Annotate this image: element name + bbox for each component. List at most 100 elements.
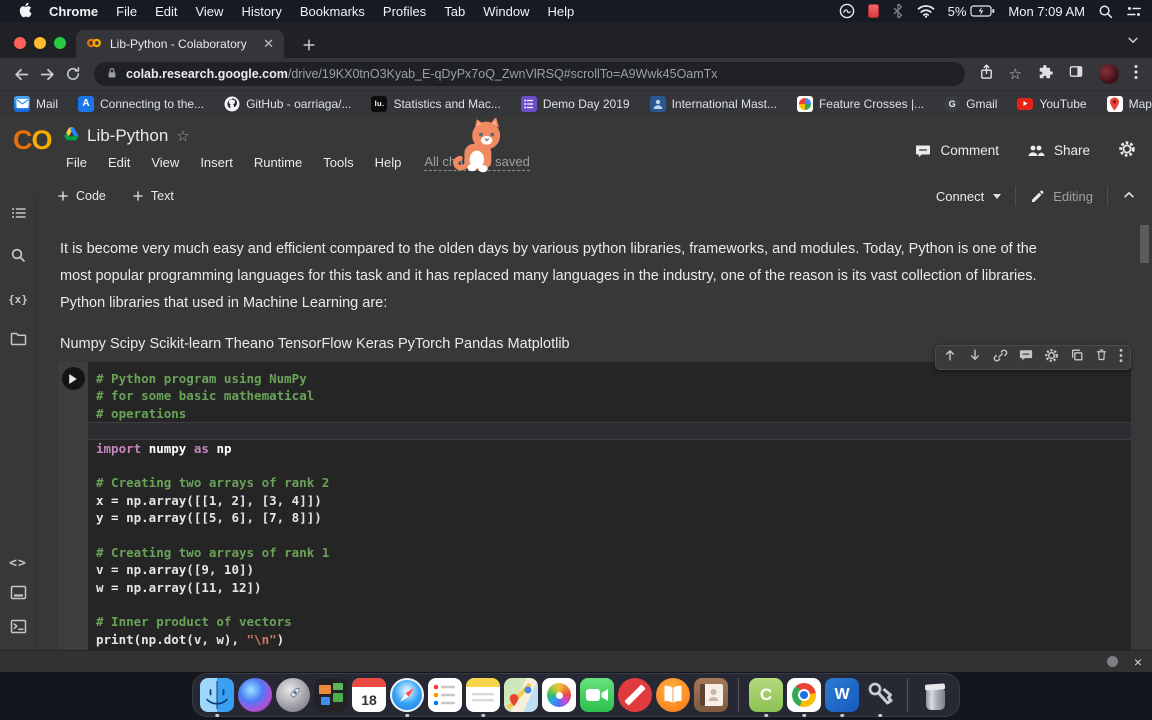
side-panel-icon[interactable] bbox=[1068, 64, 1084, 84]
dock-app-camtasia[interactable]: C bbox=[749, 678, 783, 717]
macos-menu-view[interactable]: View bbox=[186, 4, 232, 19]
bookmark-gmail[interactable]: G Gmail bbox=[944, 95, 997, 112]
dock-app-notes[interactable] bbox=[466, 678, 500, 717]
red-app-status-icon[interactable] bbox=[867, 4, 879, 18]
bluetooth-icon[interactable] bbox=[892, 3, 904, 19]
sidebar-code-snippets-button[interactable]: <> bbox=[0, 548, 36, 578]
bookmark-international-mast[interactable]: International Mast... bbox=[649, 95, 777, 112]
copy-cell-button[interactable] bbox=[1070, 348, 1084, 367]
bookmark-statistics-and-mac[interactable]: lu. Statistics and Mac... bbox=[371, 95, 501, 112]
bookmark-feature-crosses[interactable]: Feature Crosses |... bbox=[796, 95, 924, 112]
code-line[interactable]: print(np.dot(v, w), "\n") bbox=[88, 631, 1131, 648]
more-actions-button[interactable] bbox=[1119, 348, 1123, 368]
close-window-button[interactable] bbox=[14, 37, 26, 49]
dock-app-calendar[interactable]: 18 bbox=[352, 678, 386, 712]
macos-menu-history[interactable]: History bbox=[232, 4, 290, 19]
notebook-title[interactable]: Lib-Python bbox=[87, 126, 168, 146]
collapse-header-icon[interactable] bbox=[1122, 188, 1136, 205]
dock-app-chrome[interactable] bbox=[787, 678, 821, 717]
code-line[interactable]: # for some basic mathematical bbox=[88, 387, 1131, 404]
minimize-window-button[interactable] bbox=[34, 37, 46, 49]
spotlight-search-icon[interactable] bbox=[1098, 4, 1113, 19]
add-text-button[interactable]: Text bbox=[132, 189, 174, 203]
forward-button[interactable] bbox=[34, 61, 60, 87]
code-line[interactable]: # operations bbox=[88, 405, 1131, 422]
dock-app-contacts[interactable] bbox=[694, 678, 728, 712]
macos-menu-file[interactable]: File bbox=[107, 4, 146, 19]
wifi-icon[interactable] bbox=[917, 4, 935, 18]
colab-logo[interactable]: CO bbox=[13, 125, 53, 156]
move-cell-up-button[interactable] bbox=[943, 348, 957, 367]
bookmark-maps[interactable]: Maps bbox=[1106, 95, 1152, 112]
dock-app-keychain[interactable] bbox=[863, 678, 897, 717]
star-notebook-icon[interactable]: ☆ bbox=[176, 127, 189, 145]
cell-settings-button[interactable] bbox=[1044, 348, 1059, 368]
code-line[interactable]: # Inner product of vectors bbox=[88, 613, 1131, 630]
code-line[interactable]: y = np.array([[5, 6], [7, 8]]) bbox=[88, 509, 1131, 526]
dock-app-word[interactable]: W bbox=[825, 678, 859, 717]
dock-app-reminders[interactable] bbox=[428, 678, 462, 712]
lock-icon[interactable] bbox=[106, 66, 118, 83]
vertical-scrollbar-thumb[interactable] bbox=[1140, 225, 1149, 263]
code-line[interactable]: import numpy as np bbox=[88, 440, 1131, 457]
dock-app-launchpad[interactable] bbox=[276, 678, 310, 712]
dock-app-books[interactable] bbox=[656, 678, 690, 712]
bookmark-github-oarriaga[interactable]: GitHub - oarriaga/... bbox=[224, 96, 351, 112]
bookmark-youtube[interactable]: YouTube bbox=[1017, 97, 1087, 111]
menubar-clock[interactable]: Mon 7:09 AM bbox=[1008, 4, 1085, 19]
connect-button[interactable]: Connect bbox=[936, 189, 1002, 204]
dock-app-photos[interactable] bbox=[542, 678, 576, 712]
dock-app-maps[interactable] bbox=[504, 678, 538, 712]
code-line[interactable]: w = np.array([11, 12]) bbox=[88, 579, 1131, 596]
sidebar-command-palette-button[interactable] bbox=[0, 580, 36, 610]
code-line[interactable]: # Creating two arrays of rank 2 bbox=[88, 474, 1131, 491]
colab-menu-view[interactable]: View bbox=[151, 155, 179, 170]
close-statusbar-icon[interactable]: × bbox=[1134, 655, 1142, 669]
sidebar-files-button[interactable] bbox=[0, 326, 36, 356]
macos-menu-tab[interactable]: Tab bbox=[435, 4, 474, 19]
profile-avatar[interactable] bbox=[1099, 64, 1119, 84]
code-line[interactable]: v = np.array([9, 10]) bbox=[88, 561, 1131, 578]
address-bar[interactable]: colab.research.google.com/drive/19KX0tnO… bbox=[94, 62, 965, 86]
sidebar-search-button[interactable] bbox=[0, 242, 36, 272]
copy-link-button[interactable] bbox=[993, 348, 1008, 368]
reload-button[interactable] bbox=[60, 61, 86, 87]
colab-menu-file[interactable]: File bbox=[66, 155, 87, 170]
macos-menu-edit[interactable]: Edit bbox=[146, 4, 186, 19]
sidebar-terminal-button[interactable] bbox=[0, 614, 36, 644]
dock-app-finder[interactable] bbox=[200, 678, 234, 717]
sidebar-table-of-contents-button[interactable] bbox=[0, 200, 36, 230]
code-line[interactable] bbox=[88, 457, 1131, 474]
code-line[interactable] bbox=[88, 596, 1131, 613]
macos-menu-window[interactable]: Window bbox=[474, 4, 538, 19]
settings-gear-icon[interactable] bbox=[1118, 140, 1136, 161]
dock-app-facetime[interactable] bbox=[580, 678, 614, 712]
new-tab-button[interactable] bbox=[298, 34, 320, 56]
share-button[interactable]: Share bbox=[1027, 143, 1090, 158]
code-line[interactable] bbox=[88, 422, 1131, 440]
zoom-window-button[interactable] bbox=[54, 37, 66, 49]
back-button[interactable] bbox=[8, 61, 34, 87]
tab-search-chevron-icon[interactable] bbox=[1126, 33, 1140, 52]
dock-app-trash[interactable] bbox=[918, 678, 952, 712]
code-line[interactable]: # Creating two arrays of rank 1 bbox=[88, 544, 1131, 561]
dock-app-no-entry[interactable] bbox=[618, 678, 652, 712]
bookmark-demo-day-2019[interactable]: Demo Day 2019 bbox=[520, 95, 630, 112]
colab-menu-insert[interactable]: Insert bbox=[200, 155, 233, 170]
macos-menu-profiles[interactable]: Profiles bbox=[374, 4, 435, 19]
tab-close-icon[interactable]: ✕ bbox=[263, 36, 274, 52]
add-code-button[interactable]: Code bbox=[57, 189, 106, 203]
code-line[interactable]: x = np.array([[1, 2], [3, 4]]) bbox=[88, 492, 1131, 509]
editing-mode-button[interactable]: Editing bbox=[1030, 189, 1093, 204]
code-editor[interactable]: # Python program using NumPy # for some b… bbox=[88, 362, 1131, 650]
dock-app-safari[interactable] bbox=[390, 678, 424, 717]
sidebar-variables-button[interactable]: {x} bbox=[0, 284, 36, 314]
delete-cell-button[interactable] bbox=[1095, 348, 1108, 367]
adobe-cc-icon[interactable] bbox=[839, 3, 855, 19]
code-line[interactable]: # Python program using NumPy bbox=[88, 370, 1131, 387]
macos-menu-chrome[interactable]: Chrome bbox=[40, 4, 107, 19]
macos-menu-help[interactable]: Help bbox=[539, 4, 584, 19]
code-cell[interactable]: # Python program using NumPy # for some b… bbox=[58, 362, 1131, 650]
apple-menu[interactable] bbox=[18, 2, 32, 21]
colab-menu-help[interactable]: Help bbox=[375, 155, 402, 170]
